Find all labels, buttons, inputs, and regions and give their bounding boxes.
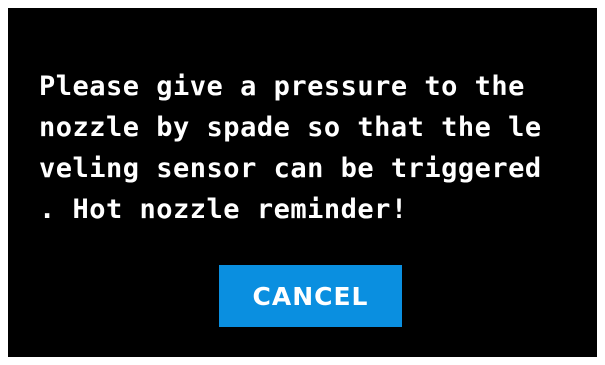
message-line: Please give a pressure to the bbox=[39, 71, 525, 102]
dialog-message: Please give a pressure to the nozzle by … bbox=[39, 66, 599, 230]
message-line: . Hot nozzle reminder! bbox=[39, 194, 408, 225]
message-line: veling sensor can be triggered bbox=[39, 153, 542, 184]
cancel-button[interactable]: CANCEL bbox=[219, 265, 402, 327]
message-line: nozzle by spade so that the le bbox=[39, 112, 542, 143]
dialog-screen: Please give a pressure to the nozzle by … bbox=[8, 8, 597, 357]
